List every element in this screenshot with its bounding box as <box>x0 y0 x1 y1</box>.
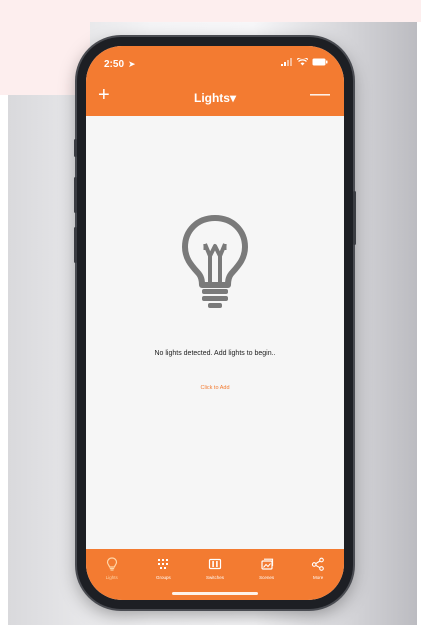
bulb-icon <box>106 557 117 571</box>
volume-down-button <box>74 227 77 263</box>
lightbulb-icon <box>182 215 248 308</box>
tab-scenes[interactable]: Scenes <box>243 549 291 580</box>
scenes-icon <box>260 558 273 570</box>
tab-switches[interactable]: Switches <box>191 549 239 580</box>
mute-switch <box>74 139 77 157</box>
tab-lights[interactable]: Lights <box>88 549 136 580</box>
grid-icon <box>158 559 169 569</box>
power-button <box>353 191 356 245</box>
wifi-icon <box>297 58 308 66</box>
tab-groups[interactable]: Groups <box>139 549 187 580</box>
tab-label: Lights <box>105 575 118 580</box>
tab-label: Groups <box>156 575 171 580</box>
status-bar: 2:50 ➤ <box>86 46 344 80</box>
status-time: 2:50 <box>104 59 125 70</box>
location-arrow-icon: ➤ <box>128 59 136 69</box>
empty-state-message: No lights detected. Add lights to begin.… <box>154 350 276 357</box>
tab-label: More <box>313 575 324 580</box>
navigation-bar: + Lights▾ — <box>86 80 344 116</box>
battery-icon <box>312 58 328 66</box>
click-to-add-link[interactable]: Click to Add <box>86 385 344 391</box>
tab-more[interactable]: More <box>294 549 342 580</box>
home-indicator[interactable] <box>172 592 258 595</box>
remove-button[interactable]: — <box>310 84 330 104</box>
page-title-dropdown[interactable]: Lights▾ <box>86 91 344 105</box>
tab-label: Scenes <box>259 575 275 580</box>
switch-icon <box>208 558 222 570</box>
status-icons <box>281 58 328 66</box>
tab-label: Switches <box>205 575 224 580</box>
signal-icon <box>281 58 292 66</box>
share-icon <box>312 557 325 571</box>
main-content: No lights detected. Add lights to begin.… <box>86 116 344 549</box>
phone-frame: 2:50 ➤ + Lights▾ — No lights detected. A… <box>74 37 356 609</box>
app-screen: 2:50 ➤ + Lights▾ — No lights detected. A… <box>86 46 344 600</box>
volume-up-button <box>74 177 77 213</box>
